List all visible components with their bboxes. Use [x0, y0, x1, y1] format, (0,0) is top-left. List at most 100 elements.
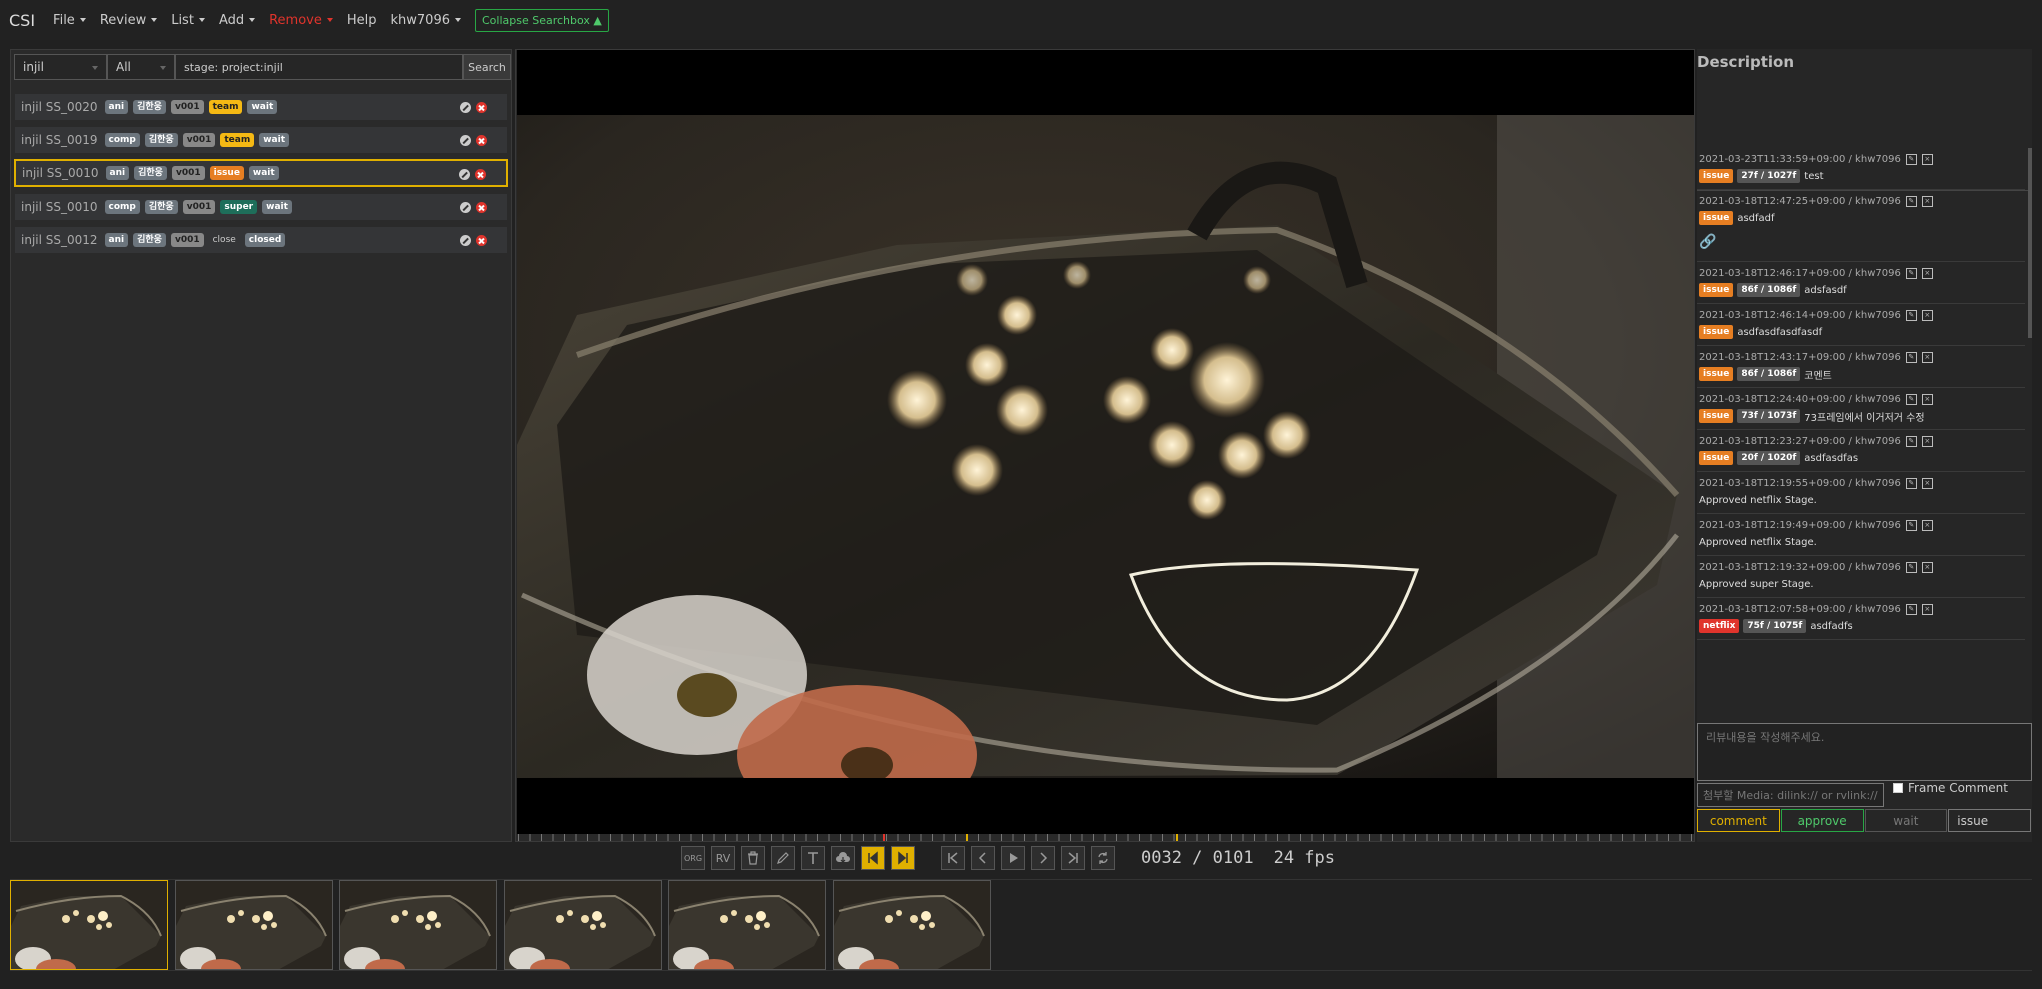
delete-comment-icon[interactable]: ×: [1921, 393, 1933, 405]
shot-row[interactable]: injil SS_0019 comp 김한웅 v001 team wait: [14, 126, 508, 154]
review-textarea[interactable]: 리뷰내용을 작성해주세요.: [1697, 723, 2032, 781]
first-frame-icon[interactable]: [941, 846, 965, 870]
edit-comment-icon[interactable]: ✎: [1905, 195, 1917, 207]
edit-comment-icon[interactable]: ✎: [1905, 477, 1917, 489]
edit-comment-icon[interactable]: ✎: [1905, 153, 1917, 165]
menu-add[interactable]: Add: [219, 13, 256, 28]
delete-icon[interactable]: [476, 202, 487, 213]
menu-file[interactable]: File: [53, 13, 86, 28]
thumbnail[interactable]: [10, 880, 168, 970]
timeline-playhead[interactable]: [883, 834, 885, 841]
shot-row[interactable]: injil SS_0012 ani 김한웅 v001 close closed: [14, 226, 508, 254]
org-toggle-button[interactable]: ORG: [681, 846, 705, 870]
approve-button[interactable]: approve: [1780, 809, 1864, 832]
edit-icon[interactable]: [459, 169, 470, 180]
comment-text: Approved netflix Stage.: [1699, 536, 1817, 548]
timeline-scrubber[interactable]: [518, 834, 1694, 841]
comment-meta: 2021-03-18T12:24:40+09:00 / khw7096: [1699, 393, 1901, 405]
frame-comment-toggle[interactable]: Frame Comment: [1893, 781, 2008, 795]
edit-comment-icon[interactable]: ✎: [1905, 561, 1917, 573]
set-out-icon[interactable]: [891, 846, 915, 870]
filter-select[interactable]: All: [107, 54, 175, 80]
frame-comment-checkbox[interactable]: [1893, 783, 1903, 793]
edit-comment-icon[interactable]: ✎: [1905, 393, 1917, 405]
edit-comment-icon[interactable]: ✎: [1905, 435, 1917, 447]
menu-review[interactable]: Review: [100, 13, 158, 28]
comment-frame-badge[interactable]: 27f / 1027f: [1737, 169, 1801, 183]
edit-comment-icon[interactable]: ✎: [1905, 309, 1917, 321]
status-badge: wait: [247, 100, 278, 114]
menu-list[interactable]: List: [171, 13, 205, 28]
shot-row[interactable]: injil SS_0010 comp 김한웅 v001 super wait: [14, 193, 508, 221]
project-select[interactable]: injil: [14, 54, 107, 80]
menu-remove[interactable]: Remove: [269, 13, 333, 28]
search-input[interactable]: stage: project:injil: [175, 54, 463, 80]
task-badge: comp: [104, 200, 140, 214]
delete-comment-icon[interactable]: ×: [1921, 195, 1933, 207]
text-icon[interactable]: [801, 846, 825, 870]
edit-icon[interactable]: [460, 102, 471, 113]
delete-comment-icon[interactable]: ×: [1921, 477, 1933, 489]
comment-frame-badge[interactable]: 20f / 1020f: [1737, 451, 1801, 465]
next-frame-icon[interactable]: [1031, 846, 1055, 870]
comment-scrollbar[interactable]: [2028, 148, 2032, 338]
edit-comment-icon[interactable]: ✎: [1905, 351, 1917, 363]
collapse-searchbox-button[interactable]: Collapse Searchbox ▲: [475, 8, 609, 32]
menu-help[interactable]: Help: [347, 13, 377, 28]
comment-text: asdfasdfasdfasdf: [1737, 326, 1823, 338]
link-icon[interactable]: 🔗: [1699, 234, 1716, 250]
comment-frame-badge[interactable]: 73f / 1073f: [1737, 409, 1801, 423]
loop-icon[interactable]: [1091, 846, 1115, 870]
comment-frame-badge[interactable]: 86f / 1086f: [1737, 283, 1801, 297]
brand-logo[interactable]: CSI: [9, 11, 35, 30]
set-in-icon[interactable]: [861, 846, 885, 870]
delete-icon[interactable]: [476, 135, 487, 146]
comment-button[interactable]: comment: [1697, 809, 1780, 832]
thumbnail[interactable]: [339, 880, 497, 970]
thumbnail[interactable]: [503, 880, 662, 970]
edit-comment-icon[interactable]: ✎: [1905, 267, 1917, 279]
pencil-icon[interactable]: [771, 846, 795, 870]
play-icon[interactable]: [1001, 846, 1025, 870]
comment-item: 2021-03-18T12:19:32+09:00 / khw7096 ✎ × App…: [1697, 556, 2025, 598]
thumbnail[interactable]: [832, 880, 991, 970]
frame-comment-label: Frame Comment: [1908, 781, 2008, 795]
trash-icon[interactable]: [741, 846, 765, 870]
wait-button[interactable]: wait: [1864, 809, 1948, 832]
edit-comment-icon[interactable]: ✎: [1905, 519, 1917, 531]
status-select[interactable]: issue: [1948, 809, 2032, 832]
delete-comment-icon[interactable]: ×: [1921, 153, 1933, 165]
edit-comment-icon[interactable]: ✎: [1905, 603, 1917, 615]
thumbnail[interactable]: [668, 880, 826, 970]
delete-comment-icon[interactable]: ×: [1921, 603, 1933, 615]
delete-comment-icon[interactable]: ×: [1921, 561, 1933, 573]
shot-row[interactable]: injil SS_0020 ani 김한웅 v001 team wait: [14, 93, 508, 121]
search-button[interactable]: Search: [463, 54, 511, 80]
delete-comment-icon[interactable]: ×: [1921, 309, 1933, 321]
edit-icon[interactable]: [460, 135, 471, 146]
rv-button[interactable]: RV: [711, 846, 735, 870]
delete-comment-icon[interactable]: ×: [1921, 435, 1933, 447]
stage-badge: team: [220, 133, 255, 147]
last-frame-icon[interactable]: [1061, 846, 1085, 870]
menu-user[interactable]: khw7096: [391, 13, 461, 28]
delete-icon[interactable]: [476, 102, 487, 113]
delete-comment-icon[interactable]: ×: [1921, 351, 1933, 363]
comment-frame-badge[interactable]: 86f / 1086f: [1737, 367, 1801, 381]
delete-comment-icon[interactable]: ×: [1921, 519, 1933, 531]
delete-comment-icon[interactable]: ×: [1921, 267, 1933, 279]
delete-icon[interactable]: [476, 235, 487, 246]
comment-frame-badge[interactable]: 75f / 1075f: [1743, 619, 1807, 633]
version-badge: v001: [182, 200, 216, 214]
comment-tag: issue: [1699, 283, 1734, 297]
delete-icon[interactable]: [475, 169, 486, 180]
dropdown-arrow-icon: [160, 66, 166, 70]
edit-icon[interactable]: [460, 235, 471, 246]
media-link-input[interactable]: 첨부할 Media: dilink:// or rvlink://: [1697, 783, 1884, 807]
cloud-download-icon[interactable]: [831, 846, 855, 870]
shot-row[interactable]: injil SS_0010 ani 김한웅 v001 issue wait: [14, 159, 508, 187]
video-canvas[interactable]: [517, 50, 1694, 834]
edit-icon[interactable]: [460, 202, 471, 213]
thumbnail[interactable]: [174, 880, 333, 970]
prev-frame-icon[interactable]: [971, 846, 995, 870]
